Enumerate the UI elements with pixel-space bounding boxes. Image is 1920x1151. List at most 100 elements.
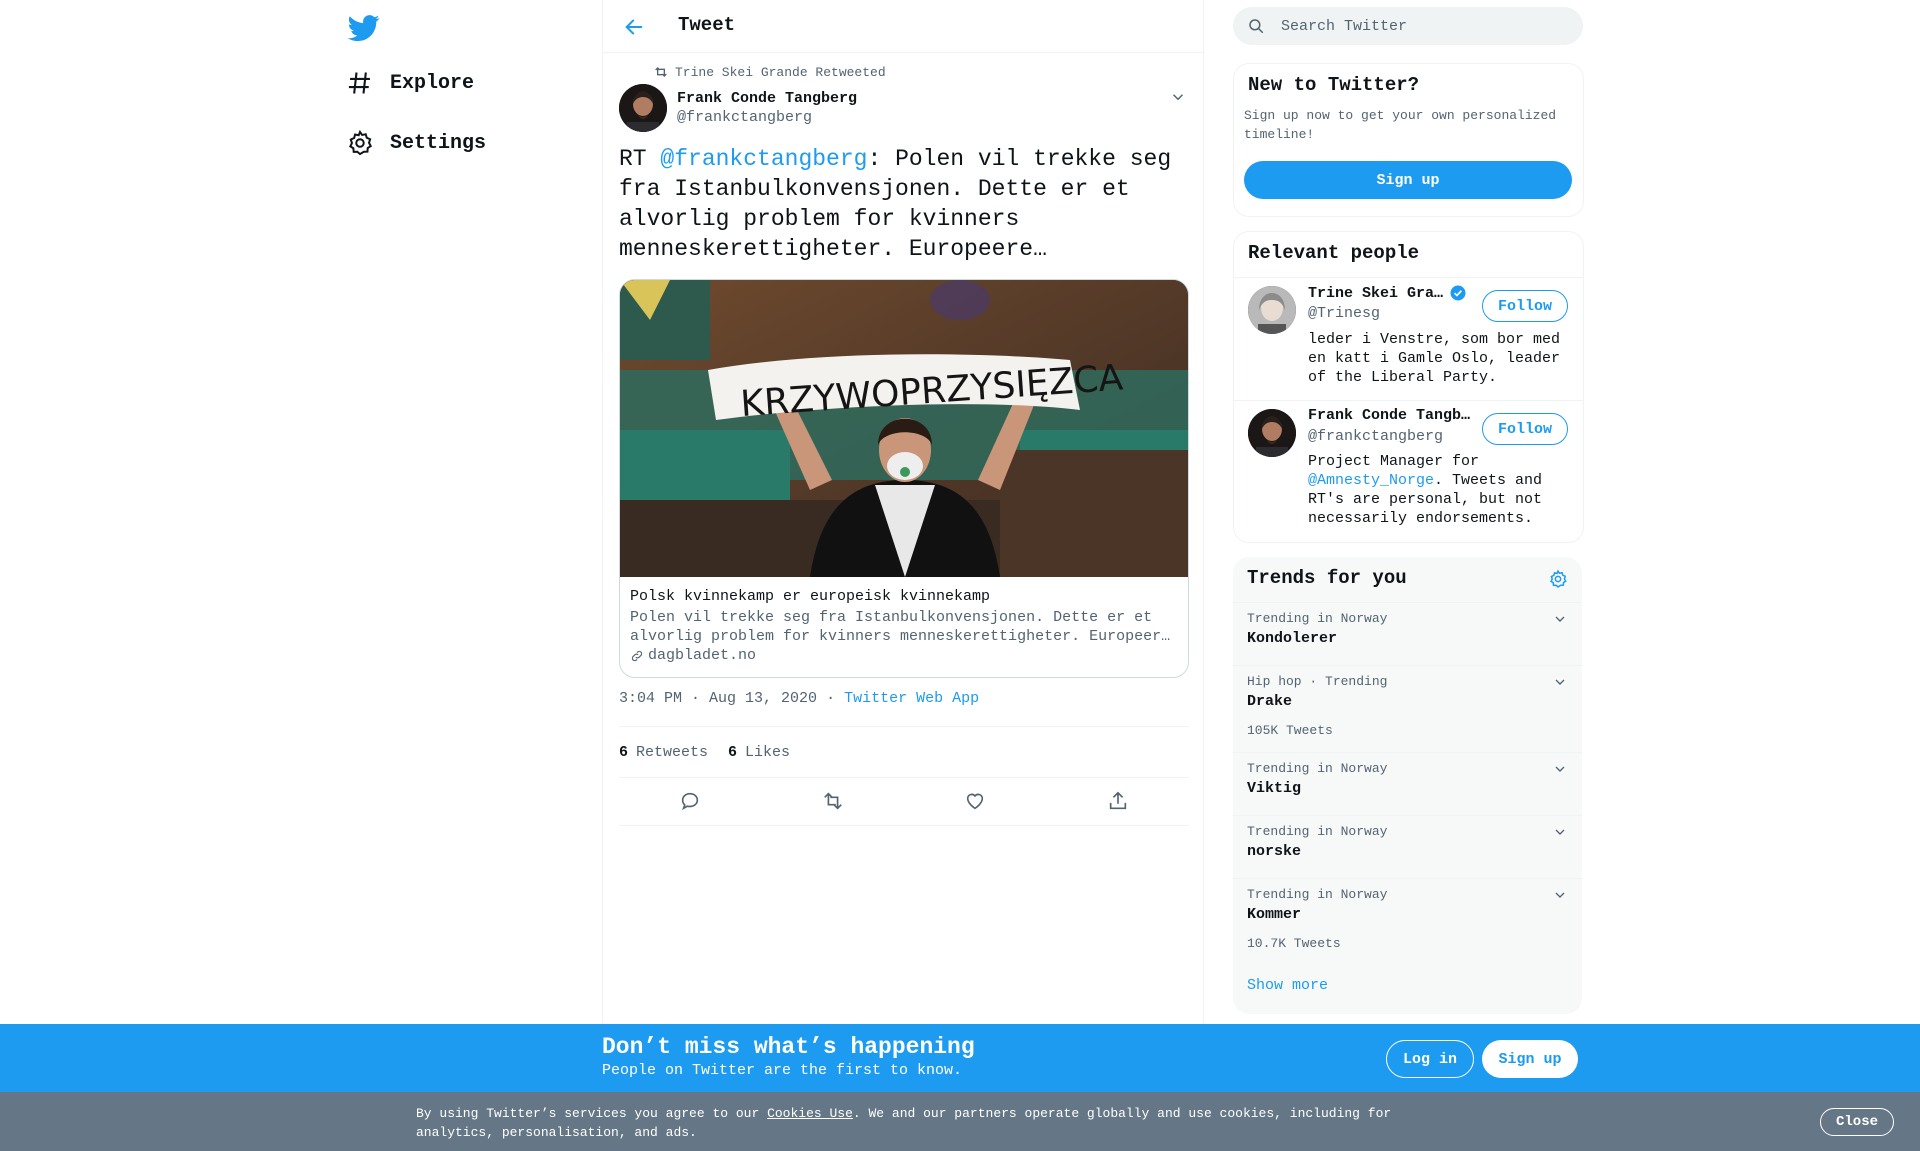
- chevron-down-icon[interactable]: [1552, 611, 1568, 627]
- chevron-down-icon[interactable]: [1552, 887, 1568, 903]
- card-description-line1: Polen vil trekke seg fra Istanbulkonvens…: [630, 609, 1153, 626]
- author-handle[interactable]: @frankctangberg: [677, 109, 857, 126]
- trend-name: Kondolerer: [1247, 630, 1338, 647]
- trend-name: Drake: [1247, 693, 1293, 710]
- cookie-text-before: By using Twitter’s services you agree to…: [416, 1106, 768, 1121]
- new-to-twitter-title: New to Twitter?: [1248, 74, 1420, 96]
- person-bio: Project Manager for @Amnesty_Norge. Twee…: [1308, 452, 1568, 528]
- person-name[interactable]: Trine Skei Gra…: [1308, 285, 1443, 302]
- gear-icon[interactable]: [1548, 569, 1568, 589]
- trend-meta: Hip hop · Trending: [1247, 674, 1388, 689]
- person-card[interactable]: Frank Conde Tangb… @frankctangberg Follo…: [1234, 400, 1583, 541]
- hashtag-icon: [346, 69, 374, 97]
- search-input[interactable]: [1279, 16, 1563, 36]
- retweets-stat[interactable]: 6 Retweets: [619, 744, 708, 761]
- tweet-header: Tweet: [603, 0, 1203, 53]
- person-handle[interactable]: @frankctangberg: [1308, 428, 1443, 445]
- trend-item[interactable]: Trending in Norway Kondolerer: [1233, 602, 1582, 665]
- back-arrow-icon[interactable]: [623, 16, 645, 38]
- link-icon: [630, 649, 648, 663]
- trend-name: Viktig: [1247, 780, 1302, 797]
- trends-title: Trends for you: [1247, 567, 1407, 589]
- main-column: Tweet Trine Skei Grande Retweeted Frank …: [602, 0, 1204, 1151]
- trend-item[interactable]: Trending in Norway Viktig: [1233, 752, 1582, 815]
- card-description-line2: alvorlig problem for kvinners menneskere…: [630, 628, 1171, 645]
- trends-box: Trends for you Trending in Norway Kondol…: [1233, 557, 1582, 1014]
- like-heart-icon[interactable]: [964, 790, 986, 812]
- bio-mention-link[interactable]: @Amnesty_Norge: [1308, 472, 1434, 489]
- person-bio: leder i Venstre, som bor med en katt i G…: [1308, 331, 1561, 386]
- person-card[interactable]: Trine Skei Gra… @Trinesg Follow leder i …: [1234, 277, 1583, 400]
- twitter-bird-icon[interactable]: [348, 12, 380, 44]
- avatar[interactable]: [1248, 286, 1296, 334]
- trend-count: 105K Tweets: [1247, 723, 1333, 738]
- trend-name: Kommer: [1247, 906, 1302, 923]
- trend-item[interactable]: Trending in Norway Kommer 10.7K Tweets: [1233, 878, 1582, 965]
- tweet-actions: [619, 777, 1189, 826]
- avatar[interactable]: [619, 84, 667, 132]
- verified-badge-icon: [1449, 284, 1467, 302]
- card-domain-text: dagbladet.no: [648, 647, 757, 664]
- relevant-people-title: Relevant people: [1248, 242, 1420, 264]
- meta-separator: ·: [826, 690, 836, 707]
- tweet-source-app[interactable]: Twitter Web App: [844, 690, 979, 707]
- likes-count: 6: [728, 743, 738, 761]
- likes-label: Likes: [745, 743, 791, 761]
- nav-item-explore[interactable]: Explore: [346, 60, 474, 106]
- trend-meta: Trending in Norway: [1247, 824, 1388, 839]
- cookies-use-link[interactable]: Cookies Use: [767, 1106, 853, 1121]
- card-image: KRZYWOPRZYSIĘZCA: [620, 280, 1188, 577]
- bio-text-prefix: Project Manager for: [1308, 453, 1480, 470]
- retweet-icon[interactable]: [822, 790, 844, 812]
- cookie-text: By using Twitter’s services you agree to…: [416, 1104, 1416, 1142]
- login-button[interactable]: Log in: [1386, 1040, 1474, 1078]
- trend-item[interactable]: Trending in Norway norske: [1233, 815, 1582, 878]
- follow-button[interactable]: Follow: [1482, 290, 1568, 322]
- link-card[interactable]: KRZYWOPRZYSIĘZCA Polsk kvinnekamp er eur…: [619, 279, 1189, 678]
- chevron-down-icon[interactable]: [1169, 88, 1187, 106]
- new-to-twitter-subtitle: Sign up now to get your own personalized…: [1244, 108, 1557, 142]
- close-cookie-button[interactable]: Close: [1820, 1108, 1894, 1136]
- relevant-people-box: Relevant people Trine Skei Gra… @Trinesg…: [1233, 231, 1584, 543]
- search-icon: [1233, 17, 1279, 35]
- nav-label-explore: Explore: [390, 71, 475, 95]
- avatar[interactable]: [1248, 409, 1296, 457]
- reply-icon[interactable]: [679, 790, 701, 812]
- tweet-author[interactable]: Frank Conde Tangberg @frankctangberg: [619, 84, 857, 132]
- trend-count: 10.7K Tweets: [1247, 936, 1341, 951]
- trend-item[interactable]: Hip hop · Trending Drake 105K Tweets: [1233, 665, 1582, 752]
- retweet-small-icon: [653, 64, 675, 80]
- tweet-timestamp[interactable]: 3:04 PM · Aug 13, 2020: [619, 690, 817, 707]
- chevron-down-icon[interactable]: [1552, 761, 1568, 777]
- trend-meta: Trending in Norway: [1247, 611, 1388, 626]
- chevron-down-icon[interactable]: [1552, 674, 1568, 690]
- person-name[interactable]: Frank Conde Tangb…: [1308, 407, 1470, 424]
- promo-title: Don’t miss what’s happening: [602, 1034, 975, 1060]
- card-title: Polsk kvinnekamp er europeisk kvinnekamp: [630, 588, 991, 605]
- follow-button[interactable]: Follow: [1482, 413, 1568, 445]
- page-title: Tweet: [678, 14, 736, 36]
- show-more-link[interactable]: Show more: [1247, 977, 1328, 994]
- trend-meta: Trending in Norway: [1247, 887, 1388, 902]
- search-bar[interactable]: [1233, 7, 1583, 45]
- trend-meta: Trending in Norway: [1247, 761, 1388, 776]
- signup-promo-banner: Don’t miss what’s happening People on Tw…: [0, 1024, 1920, 1092]
- nav-label-settings: Settings: [390, 131, 487, 155]
- tweet-mention-link[interactable]: @frankctangberg: [660, 146, 867, 172]
- card-domain: dagbladet.no: [630, 646, 1178, 665]
- nav-item-settings[interactable]: Settings: [346, 120, 486, 166]
- share-icon[interactable]: [1107, 790, 1129, 812]
- tweet-text: RT @frankctangberg: Polen vil trekke seg…: [619, 144, 1189, 264]
- chevron-down-icon[interactable]: [1552, 824, 1568, 840]
- signup-button[interactable]: Sign up: [1482, 1040, 1578, 1078]
- sidebar-signup-button[interactable]: Sign up: [1244, 161, 1572, 199]
- retweeted-by-text[interactable]: Trine Skei Grande Retweeted: [675, 65, 886, 80]
- person-handle[interactable]: @Trinesg: [1308, 305, 1380, 322]
- retweets-label: Retweets: [636, 743, 709, 761]
- gear-icon: [346, 129, 374, 157]
- new-to-twitter-box: New to Twitter? Sign up now to get your …: [1233, 63, 1584, 217]
- likes-stat[interactable]: 6 Likes: [728, 744, 790, 761]
- author-name[interactable]: Frank Conde Tangberg: [677, 90, 857, 107]
- promo-subtitle: People on Twitter are the first to know.: [602, 1062, 963, 1079]
- retweet-context: Trine Skei Grande Retweeted: [653, 64, 886, 80]
